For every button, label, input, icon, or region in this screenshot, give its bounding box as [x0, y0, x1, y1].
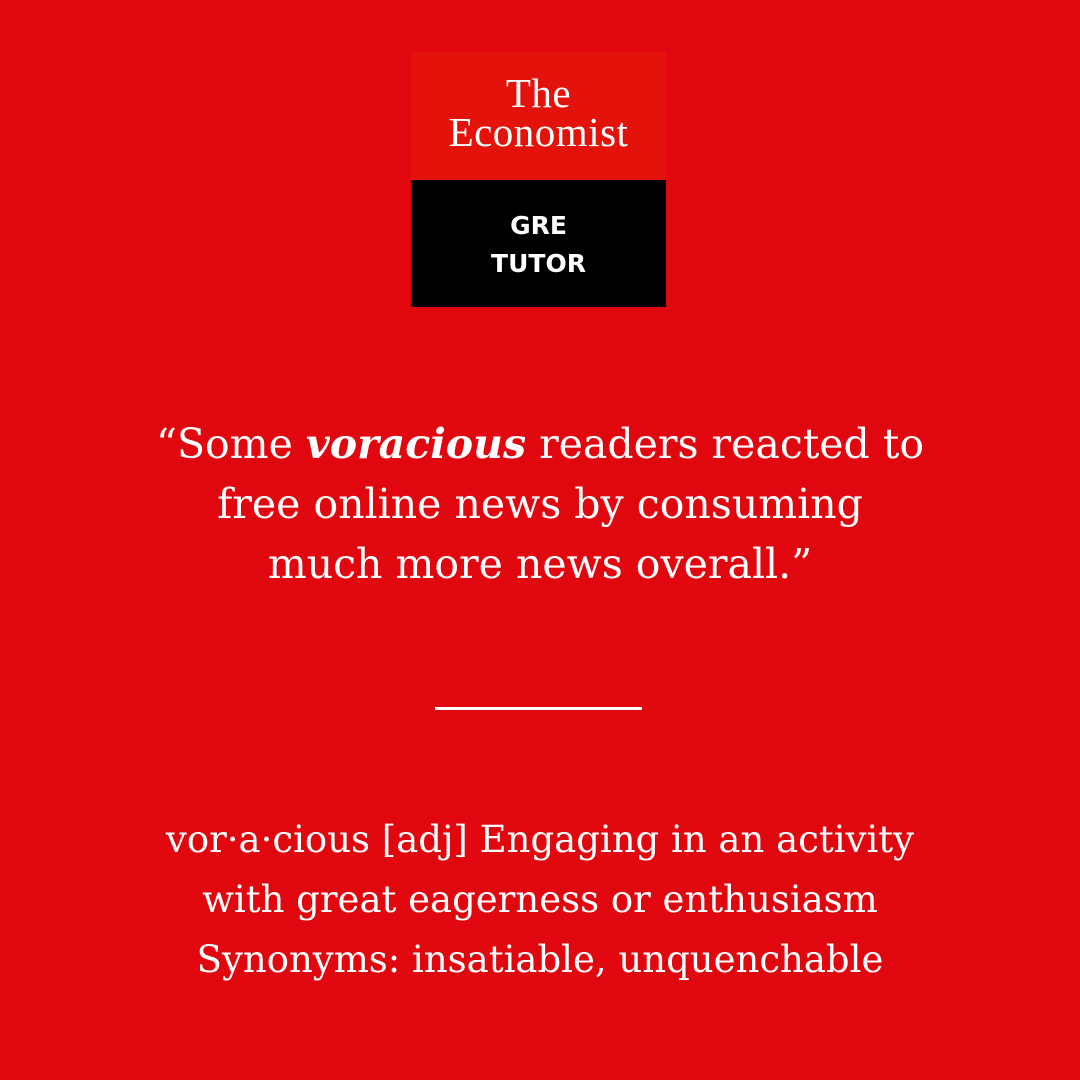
quote-line-2: free online news by consuming	[217, 480, 863, 528]
logo-wordmark: The Economist	[411, 70, 666, 155]
logo-black-panel: GRE TUTOR	[411, 180, 666, 307]
logo-subtitle: GRE TUTOR	[411, 207, 666, 283]
word-definition: vor·a·cious [adj] Engaging in an activit…	[90, 810, 990, 990]
quote-line-3: much more news overall.”	[267, 540, 813, 588]
logo-wordmark-line2: Economist	[448, 109, 629, 155]
quote-line-1-before: Some	[176, 420, 306, 468]
definition-line-2: with great eagerness or enthusiasm	[202, 878, 878, 921]
quote-line-1-after: readers reacted to	[526, 420, 924, 468]
quote-open-mark: “	[155, 420, 177, 468]
quote-highlight-word: voracious	[305, 420, 527, 468]
logo-subtitle-line1: GRE	[510, 211, 567, 240]
logo-subtitle-line2: TUTOR	[491, 249, 586, 278]
quote-line-1: “Some voracious readers reacted to	[90, 414, 990, 474]
logo-red-panel: The Economist	[411, 52, 666, 180]
example-quote: “Some voracious readers reacted to free …	[90, 414, 990, 594]
economist-gre-tutor-logo: The Economist GRE TUTOR	[411, 52, 666, 307]
divider-rule	[435, 707, 642, 710]
definition-line-1: vor·a·cious [adj] Engaging in an activit…	[165, 818, 915, 861]
logo-wordmark-line1: The	[505, 70, 572, 116]
definition-synonyms: Synonyms: insatiable, unquenchable	[196, 938, 884, 981]
